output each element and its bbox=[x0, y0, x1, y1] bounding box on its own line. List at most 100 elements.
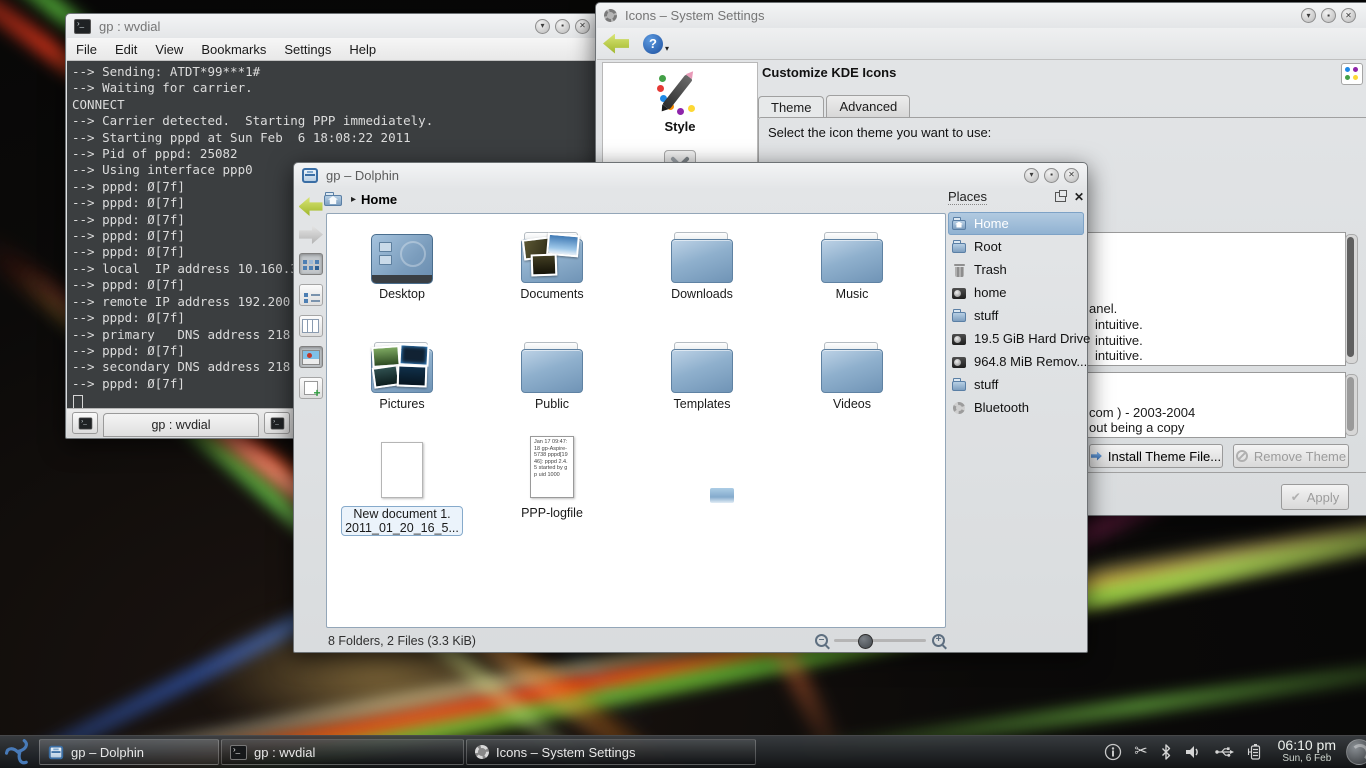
file-item-ppp-logfile[interactable]: Jan 17 09:47:18 gp-Aspire-5738 pppd[1946… bbox=[487, 432, 617, 520]
file-item-downloads[interactable]: Downloads bbox=[637, 222, 767, 301]
taskbar-task-konsole[interactable]: gp : wvdial bbox=[221, 739, 464, 765]
file-item-desktop[interactable]: Desktop bbox=[337, 222, 467, 301]
menu-view[interactable]: View bbox=[146, 42, 192, 57]
bluetooth-icon[interactable] bbox=[1160, 743, 1172, 761]
theme-description-fragment: intuitive. bbox=[1095, 348, 1143, 363]
help-dropdown-caret[interactable]: ▾ bbox=[665, 44, 669, 53]
zoom-out-icon[interactable]: – bbox=[815, 634, 828, 647]
forward-icon[interactable] bbox=[299, 225, 323, 244]
zoom-in-icon[interactable]: + bbox=[932, 634, 945, 647]
scrollbar-thumb[interactable] bbox=[1347, 377, 1354, 431]
file-item-public[interactable]: Public bbox=[487, 332, 617, 411]
close-button[interactable]: ✕ bbox=[1341, 8, 1356, 23]
menu-file[interactable]: File bbox=[67, 42, 106, 57]
back-icon[interactable] bbox=[299, 197, 323, 216]
notifications-info-icon[interactable] bbox=[1104, 743, 1122, 761]
theme-description-fragment: intuitive. bbox=[1095, 317, 1143, 332]
places-item-root[interactable]: Root bbox=[948, 235, 1084, 258]
clock-time: 06:10 pm bbox=[1278, 739, 1336, 752]
minimize-button[interactable]: ▾ bbox=[535, 19, 550, 34]
file-item-templates[interactable]: Templates bbox=[637, 332, 767, 411]
taskbar-task-dolphin[interactable]: gp – Dolphin bbox=[39, 739, 219, 765]
places-item-home[interactable]: Home bbox=[948, 212, 1084, 235]
places-item-stuff[interactable]: stuff bbox=[948, 304, 1084, 327]
file-item-music[interactable]: Music bbox=[787, 222, 917, 301]
places-item-removable[interactable]: 964.8 MiB Remov... bbox=[948, 350, 1084, 373]
digital-clock[interactable]: 06:10 pm Sun, 6 Feb bbox=[1278, 739, 1336, 765]
theme-tabs: Theme Advanced bbox=[758, 95, 912, 117]
panel-toolbox-cashew-icon[interactable] bbox=[1346, 739, 1366, 765]
device-notifier-usb-icon[interactable] bbox=[1214, 744, 1235, 760]
maximize-button[interactable]: ▪ bbox=[555, 19, 570, 34]
theme-description-fragment: anel. bbox=[1089, 301, 1117, 316]
dolphin-icon bbox=[49, 745, 63, 759]
apply-button[interactable]: ✔ Apply bbox=[1281, 484, 1349, 510]
file-item-documents[interactable]: Documents bbox=[487, 222, 617, 301]
konsole-tab[interactable]: gp : wvdial bbox=[103, 413, 259, 437]
taskbar-task-system-settings[interactable]: Icons – System Settings bbox=[466, 739, 756, 765]
help-icon[interactable]: ? bbox=[643, 34, 663, 54]
tab-list-button[interactable] bbox=[264, 412, 290, 434]
window-title: gp : wvdial bbox=[99, 19, 160, 34]
folder-icon bbox=[521, 342, 583, 394]
pictures-folder-icon bbox=[371, 342, 433, 394]
system-tray: ✂ bbox=[1104, 743, 1261, 761]
home-folder-icon[interactable] bbox=[324, 192, 342, 206]
volume-icon[interactable] bbox=[1184, 744, 1202, 760]
file-view[interactable]: Desktop Documents Downloads Music bbox=[326, 213, 946, 628]
text-preview-icon: Jan 17 09:47:18 gp-Aspire-5738 pppd[1946… bbox=[530, 436, 574, 498]
places-panel: Places ✕ Home Root Trash home bbox=[948, 189, 1084, 628]
remove-theme-button[interactable]: Remove Theme bbox=[1233, 444, 1349, 468]
konsole-titlebar[interactable]: gp : wvdial ▾ ▪ ✕ bbox=[66, 14, 598, 38]
places-item-hard-drive[interactable]: 19.5 GiB Hard Drive bbox=[948, 327, 1084, 350]
description-scrollbar[interactable] bbox=[1345, 374, 1358, 436]
menu-settings[interactable]: Settings bbox=[275, 42, 340, 57]
status-text: 8 Folders, 2 Files (3.3 KiB) bbox=[328, 634, 476, 648]
menu-edit[interactable]: Edit bbox=[106, 42, 146, 57]
file-item-videos[interactable]: Videos bbox=[787, 332, 917, 411]
close-panel-icon[interactable]: ✕ bbox=[1074, 190, 1084, 204]
close-button[interactable]: ✕ bbox=[575, 19, 590, 34]
launcher-swirl-icon bbox=[5, 738, 33, 766]
undock-icon[interactable] bbox=[1055, 192, 1066, 202]
split-view-button[interactable] bbox=[299, 377, 323, 399]
bluetooth-icon bbox=[951, 400, 968, 416]
sidebar-item-style[interactable]: Style bbox=[603, 71, 757, 134]
minimize-button[interactable]: ▾ bbox=[1301, 8, 1316, 23]
places-item-trash[interactable]: Trash bbox=[948, 258, 1084, 281]
columns-view-button[interactable] bbox=[299, 315, 323, 337]
menu-help[interactable]: Help bbox=[340, 42, 385, 57]
places-item-bluetooth[interactable]: Bluetooth bbox=[948, 396, 1084, 419]
new-tab-button[interactable] bbox=[72, 412, 98, 434]
maximize-button[interactable]: ▪ bbox=[1044, 168, 1059, 183]
dolphin-titlebar[interactable]: gp – Dolphin ▾ ▪ ✕ bbox=[294, 163, 1087, 187]
minimize-button[interactable]: ▾ bbox=[1024, 168, 1039, 183]
tab-advanced[interactable]: Advanced bbox=[826, 95, 910, 117]
folder-icon bbox=[821, 342, 883, 394]
zoom-slider[interactable] bbox=[834, 639, 926, 642]
theme-list-scrollbar[interactable] bbox=[1345, 234, 1358, 364]
breadcrumb-home[interactable]: Home bbox=[361, 192, 397, 207]
system-settings-titlebar[interactable]: Icons – System Settings ▾ ▪ ✕ bbox=[596, 3, 1366, 27]
klipper-scissors-icon[interactable]: ✂ bbox=[1134, 744, 1147, 760]
app-launcher-button[interactable] bbox=[0, 738, 38, 766]
home-icon bbox=[951, 216, 968, 232]
details-view-button[interactable] bbox=[299, 284, 323, 306]
file-item-pictures[interactable]: Pictures bbox=[337, 332, 467, 411]
scrollbar-thumb[interactable] bbox=[1347, 237, 1354, 357]
zoom-slider-handle[interactable] bbox=[858, 634, 873, 649]
close-button[interactable]: ✕ bbox=[1064, 168, 1079, 183]
battery-icon[interactable] bbox=[1247, 743, 1262, 761]
menu-bookmarks[interactable]: Bookmarks bbox=[192, 42, 275, 57]
places-item-stuff2[interactable]: stuff bbox=[948, 373, 1084, 396]
places-item-home-partition[interactable]: home bbox=[948, 281, 1084, 304]
preview-button[interactable] bbox=[299, 346, 323, 368]
icons-view-button[interactable] bbox=[299, 253, 323, 275]
tab-theme[interactable]: Theme bbox=[758, 96, 824, 118]
icon-size-widget[interactable] bbox=[1341, 63, 1363, 85]
install-theme-button[interactable]: Install Theme File... bbox=[1089, 444, 1223, 468]
maximize-button[interactable]: ▪ bbox=[1321, 8, 1336, 23]
file-item-new-document[interactable]: New document 1.2011_01_20_16_5... bbox=[337, 432, 467, 536]
taskbar: gp – Dolphin gp : wvdial Icons – System … bbox=[0, 735, 1366, 768]
back-icon[interactable] bbox=[603, 34, 629, 54]
